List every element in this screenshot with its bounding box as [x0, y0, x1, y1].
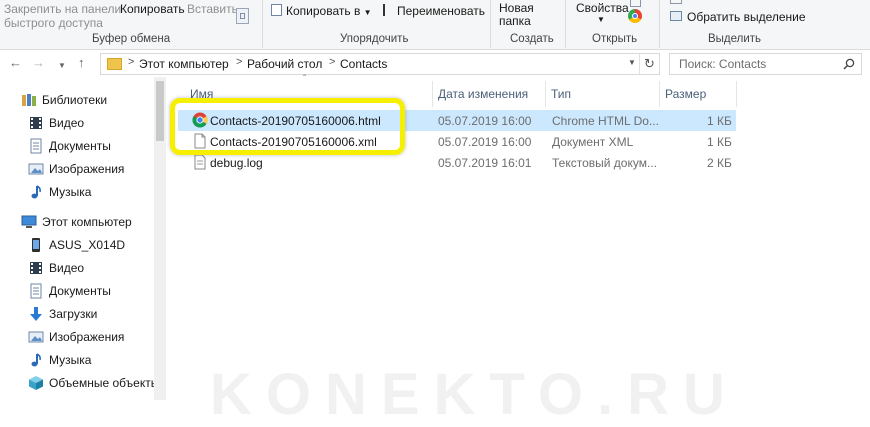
ribbon-separator	[659, 0, 660, 48]
pictures-icon	[28, 329, 44, 345]
select-all-icon[interactable]	[670, 0, 682, 4]
open-icon[interactable]	[630, 0, 641, 7]
up-arrow-icon[interactable]: ↑	[78, 55, 85, 71]
ribbon: Закрепить на панели быстрого доступа Коп…	[0, 0, 870, 50]
open-with-icon[interactable]	[628, 9, 642, 23]
nav-item-label: Загрузки	[49, 307, 98, 321]
pictures-icon	[28, 161, 44, 177]
breadcrumb-chevron-icon[interactable]: >	[128, 56, 134, 68]
column-header-date[interactable]: Дата изменения	[438, 87, 528, 101]
chevron-down-icon: ▼	[363, 8, 372, 17]
address-dropdown-icon[interactable]: ▼	[628, 58, 636, 67]
pin-quick-access-label-2: быстрого доступа	[4, 16, 103, 30]
column-header-type[interactable]: Тип	[551, 87, 571, 101]
address-toolbar: ← → ▼ ↑ > Этот компьютер > Рабочий стол …	[0, 50, 870, 77]
music-icon	[28, 184, 44, 200]
open-group-label: Открыть	[592, 33, 638, 45]
documents-icon	[28, 283, 44, 299]
invert-selection-icon	[670, 11, 682, 21]
column-header-size[interactable]: Размер	[665, 87, 706, 101]
watermark: KONEKTO.RU	[210, 362, 739, 427]
chevron-down-icon[interactable]: ▼	[597, 13, 605, 27]
documents-icon	[28, 138, 44, 154]
nav-item-label: ASUS_X014D	[49, 238, 126, 252]
breadcrumb-this-pc[interactable]: Этот компьютер	[139, 57, 229, 71]
address-bar[interactable]: > Этот компьютер > Рабочий стол > Contac…	[100, 53, 660, 75]
ribbon-separator	[262, 0, 263, 48]
downloads-icon	[28, 306, 44, 322]
pin-quick-access-button[interactable]: Закрепить на панели	[4, 2, 121, 16]
file-name: debug.log	[210, 156, 263, 170]
breadcrumb-desktop[interactable]: Рабочий стол	[247, 57, 322, 71]
copy-button[interactable]: Копировать	[120, 2, 185, 16]
nav-item-label: Документы	[49, 139, 111, 153]
column-divider[interactable]	[432, 81, 433, 107]
nav-item-label: Объемные объекты	[49, 376, 160, 390]
column-divider[interactable]	[545, 81, 546, 107]
music-icon	[28, 352, 44, 368]
highlight-annotation	[170, 98, 405, 155]
file-date: 05.07.2019 16:00	[438, 135, 532, 149]
nav-item-label: Библиотеки	[42, 93, 108, 107]
file-date: 05.07.2019 16:00	[438, 114, 532, 128]
paste-button[interactable]: Вставить	[187, 2, 238, 16]
search-icon[interactable]	[843, 58, 855, 70]
nav-item-label: Документы	[49, 284, 111, 298]
paste-shortcut-icon[interactable]	[236, 8, 249, 24]
nav-item-label: Изображения	[49, 162, 125, 176]
sort-ascending-icon: ˆ	[303, 74, 307, 85]
copy-to-icon	[271, 4, 282, 16]
breadcrumb-chevron-icon[interactable]: >	[236, 56, 242, 68]
nav-item-label: Музыка	[49, 185, 92, 199]
search-input[interactable]: Поиск: Contacts	[669, 53, 862, 75]
file-date: 05.07.2019 16:01	[438, 156, 532, 170]
video-icon	[28, 115, 44, 131]
copy-to-button[interactable]: Копировать в ▼	[286, 4, 372, 20]
file-type: Текстовый докум...	[552, 156, 657, 170]
nav-item-label: Видео	[49, 261, 85, 275]
phone-icon	[28, 237, 44, 253]
rename-button[interactable]: Переименовать	[397, 4, 485, 18]
libraries-icon	[21, 92, 37, 108]
new-folder-button[interactable]: Новая	[499, 1, 534, 15]
select-group-label: Выделить	[708, 33, 762, 45]
address-divider	[639, 54, 640, 74]
file-row[interactable]: debug.log 05.07.2019 16:01 Текстовый док…	[178, 152, 736, 173]
column-divider[interactable]	[659, 81, 660, 107]
file-type: Chrome HTML Do...	[552, 114, 659, 128]
ribbon-separator	[490, 0, 491, 48]
computer-icon	[21, 214, 37, 230]
new-group-label: Создать	[510, 33, 554, 45]
nav-scrollbar-thumb[interactable]	[156, 81, 164, 141]
ribbon-separator	[565, 0, 566, 48]
back-arrow-icon[interactable]: ←	[9, 55, 22, 71]
refresh-icon[interactable]: ↻	[644, 56, 655, 72]
file-size: 1 КБ	[707, 135, 732, 149]
search-placeholder: Поиск: Contacts	[679, 57, 767, 71]
copy-to-label: Копировать в	[286, 4, 361, 18]
forward-arrow-icon[interactable]: →	[32, 55, 45, 71]
nav-item-label: Этот компьютер	[42, 215, 132, 229]
nav-item-label: Изображения	[49, 330, 125, 344]
clipboard-group-label: Буфер обмена	[92, 33, 171, 45]
navigation-pane: Библиотеки Видео Документы Изображения М…	[0, 77, 166, 400]
folder-icon	[107, 58, 122, 70]
text-file-icon	[194, 154, 206, 170]
nav-item-label: Видео	[49, 116, 85, 130]
new-folder-label-2: папка	[499, 14, 531, 28]
rename-icon	[383, 4, 395, 16]
nav-item-label: Музыка	[49, 353, 92, 367]
column-divider[interactable]	[736, 81, 737, 107]
file-size: 1 КБ	[707, 114, 732, 128]
organize-group-label: Упорядочить	[340, 33, 409, 45]
file-type: Документ XML	[552, 135, 634, 149]
invert-selection-button[interactable]: Обратить выделение	[687, 10, 806, 24]
video-icon	[28, 260, 44, 276]
recent-locations-chevron-icon[interactable]: ▼	[58, 58, 66, 74]
breadcrumb-chevron-icon[interactable]: >	[329, 56, 335, 68]
breadcrumb-contacts[interactable]: Contacts	[340, 57, 387, 71]
file-size: 2 КБ	[707, 156, 732, 170]
3d-objects-icon	[28, 375, 44, 391]
